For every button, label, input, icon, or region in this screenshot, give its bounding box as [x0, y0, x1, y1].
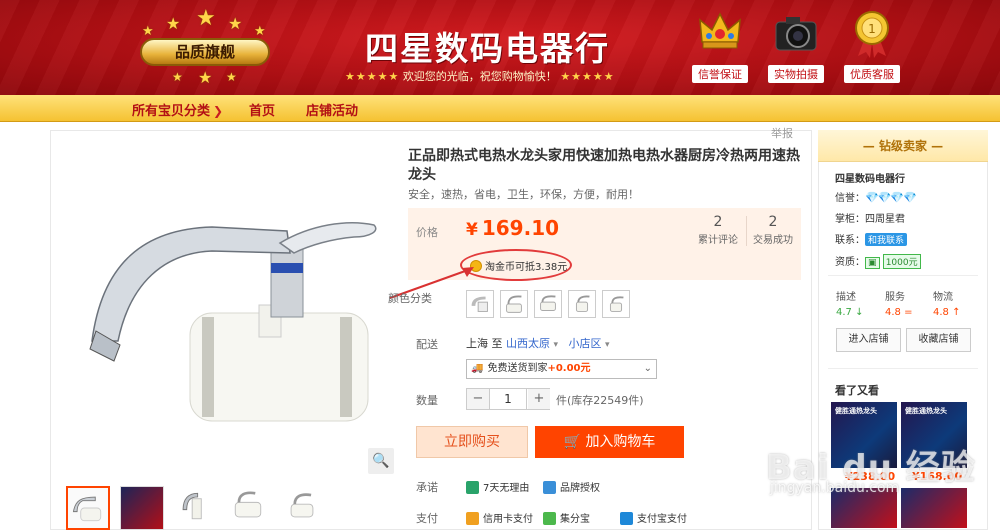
color-label: 颜色分类: [388, 292, 432, 305]
recommended-item[interactable]: 健胜通热龙头: [901, 402, 967, 468]
seller-name[interactable]: 四星数码电器行: [835, 170, 905, 185]
thumbnail-image[interactable]: [66, 486, 110, 530]
seven-day-icon: [466, 481, 479, 494]
seller-qualification: 资质： ▣ 1000元: [835, 253, 921, 269]
color-swatch[interactable]: [568, 290, 596, 318]
color-swatch[interactable]: [534, 290, 562, 318]
recommended-price: ¥168.00: [912, 470, 963, 483]
trust-label: 优质客服: [844, 65, 900, 83]
favorite-shop-button[interactable]: 收藏店铺: [906, 328, 971, 352]
badge-label: 品质旗舰: [140, 38, 270, 66]
alipay-icon: [620, 512, 633, 525]
store-banner: ★ ★ ★ ★ ★ 品质旗舰 ★ ★ ★ 四星数码电器行 ★★★★★ 欢迎您的光…: [0, 0, 1000, 95]
pay-alipay[interactable]: 支付宝支付: [620, 510, 687, 525]
promise-brand[interactable]: 品牌授权: [543, 479, 600, 494]
seller-level-header: — 钻级卖家 —: [818, 130, 988, 162]
chevron-down-icon: ⌄: [643, 363, 652, 374]
contact-me-button[interactable]: 和我联系: [865, 233, 908, 246]
seller-keeper: 掌柜：四周星君: [835, 214, 905, 225]
camera-icon: [775, 17, 817, 51]
seller-credit: 信誉：💎💎💎💎: [835, 191, 917, 204]
product-title: 正品即热式电热水龙头家用快速加热电热水器厨房冷热两用速热龙头: [408, 148, 800, 183]
store-name: 四星数码电器行: [365, 29, 610, 68]
rating-service: 服务 4.8 =: [885, 292, 913, 318]
recommended-item[interactable]: 健胜通热龙头: [831, 402, 897, 468]
quality-badge: ★ ★ ★ ★ ★ 品质旗舰 ★ ★ ★: [128, 6, 283, 90]
truck-icon: 🚚: [471, 363, 484, 374]
trust-real-photo[interactable]: 实物拍摄: [766, 8, 826, 83]
also-viewed-heading: 看了又看: [835, 384, 879, 397]
shipping-destination: 上海 至 山西太原 ▾ 小店区 ▾: [466, 337, 610, 350]
crown-icon: [699, 12, 741, 49]
qty-input[interactable]: 1: [489, 389, 527, 409]
thumbnail-image[interactable]: [120, 486, 164, 530]
buy-now-button[interactable]: 立即购买: [416, 426, 528, 458]
add-to-cart-button[interactable]: 🛒 加入购物车: [535, 426, 684, 458]
svg-text:1: 1: [868, 22, 876, 36]
color-swatch[interactable]: [500, 290, 528, 318]
trust-service[interactable]: 1 优质客服: [842, 8, 902, 83]
report-link[interactable]: 举报: [771, 125, 793, 141]
chevron-down-icon: ❯: [213, 104, 224, 118]
thumbnail-image[interactable]: [174, 486, 218, 530]
stock-info: 件(库存22549件): [556, 394, 644, 407]
recommended-price: ¥238.00: [845, 470, 896, 483]
recommended-item[interactable]: [901, 488, 967, 528]
enter-shop-button[interactable]: 进入店铺: [836, 328, 901, 352]
nav-events[interactable]: 店铺活动: [306, 100, 358, 119]
promise-7day[interactable]: 7天无理由: [466, 479, 529, 494]
rating-logistics: 物流 4.8 ↑: [933, 292, 961, 318]
credit-card-icon: [466, 512, 479, 525]
delivery-option-select[interactable]: 🚚 免费送货到家+0.00元 ⌄: [466, 359, 657, 379]
nav-home[interactable]: 首页: [249, 100, 275, 119]
recommended-item[interactable]: [831, 488, 897, 528]
promise-label: 承诺: [416, 481, 438, 494]
qty-label: 数量: [416, 394, 438, 407]
trust-label: 实物拍摄: [768, 65, 824, 83]
medal-icon: 1: [855, 11, 889, 58]
quantity-stepper: − 1 +: [466, 388, 550, 410]
nav-all-categories[interactable]: 所有宝贝分类 ❯: [132, 100, 223, 119]
deposit-badge: 1000元: [882, 254, 921, 269]
product-price: ¥169.10: [466, 216, 560, 240]
sales-count: 2 交易成功: [753, 214, 793, 246]
product-main-image[interactable]: [62, 155, 392, 455]
qty-increase-button[interactable]: +: [528, 389, 550, 409]
ship-label: 配送: [416, 338, 438, 351]
shop-navbar: 所有宝贝分类 ❯ 首页 店铺活动: [0, 95, 1000, 122]
color-swatch[interactable]: [466, 290, 494, 318]
trust-label: 信誉保证: [692, 65, 748, 83]
color-swatch[interactable]: [602, 290, 630, 318]
trust-credit[interactable]: 信誉保证: [690, 8, 750, 83]
review-count[interactable]: 2 累计评论: [691, 214, 745, 246]
thumbnail-image[interactable]: [228, 486, 272, 530]
rating-description: 描述 4.7 ↓: [836, 292, 864, 318]
ship-city-select[interactable]: 山西太原 ▾: [506, 337, 558, 350]
id-card-icon: ▣: [865, 257, 880, 269]
cart-icon: 🛒: [563, 434, 581, 450]
ship-district-select[interactable]: 小店区 ▾: [569, 337, 610, 350]
diamond-icon: 💎💎💎💎: [865, 191, 917, 204]
pay-jifenbao[interactable]: 集分宝: [543, 510, 590, 525]
qty-decrease-button[interactable]: −: [467, 389, 489, 409]
brand-auth-icon: [543, 481, 556, 494]
seller-contact: 联系： 和我联系: [835, 231, 908, 246]
product-subtitle: 安全，速热，省电，卫生，环保，方便，耐用！: [408, 188, 639, 201]
thumbnail-image[interactable]: [282, 486, 326, 530]
price-label: 价格: [416, 226, 438, 239]
zoom-icon[interactable]: 🔍: [368, 448, 394, 474]
jifenbao-icon: [543, 512, 556, 525]
store-slogan: ★★★★★ 欢迎您的光临，祝您购物愉快！ ★★★★★: [345, 70, 615, 83]
pay-credit-card[interactable]: 信用卡支付: [466, 510, 533, 525]
